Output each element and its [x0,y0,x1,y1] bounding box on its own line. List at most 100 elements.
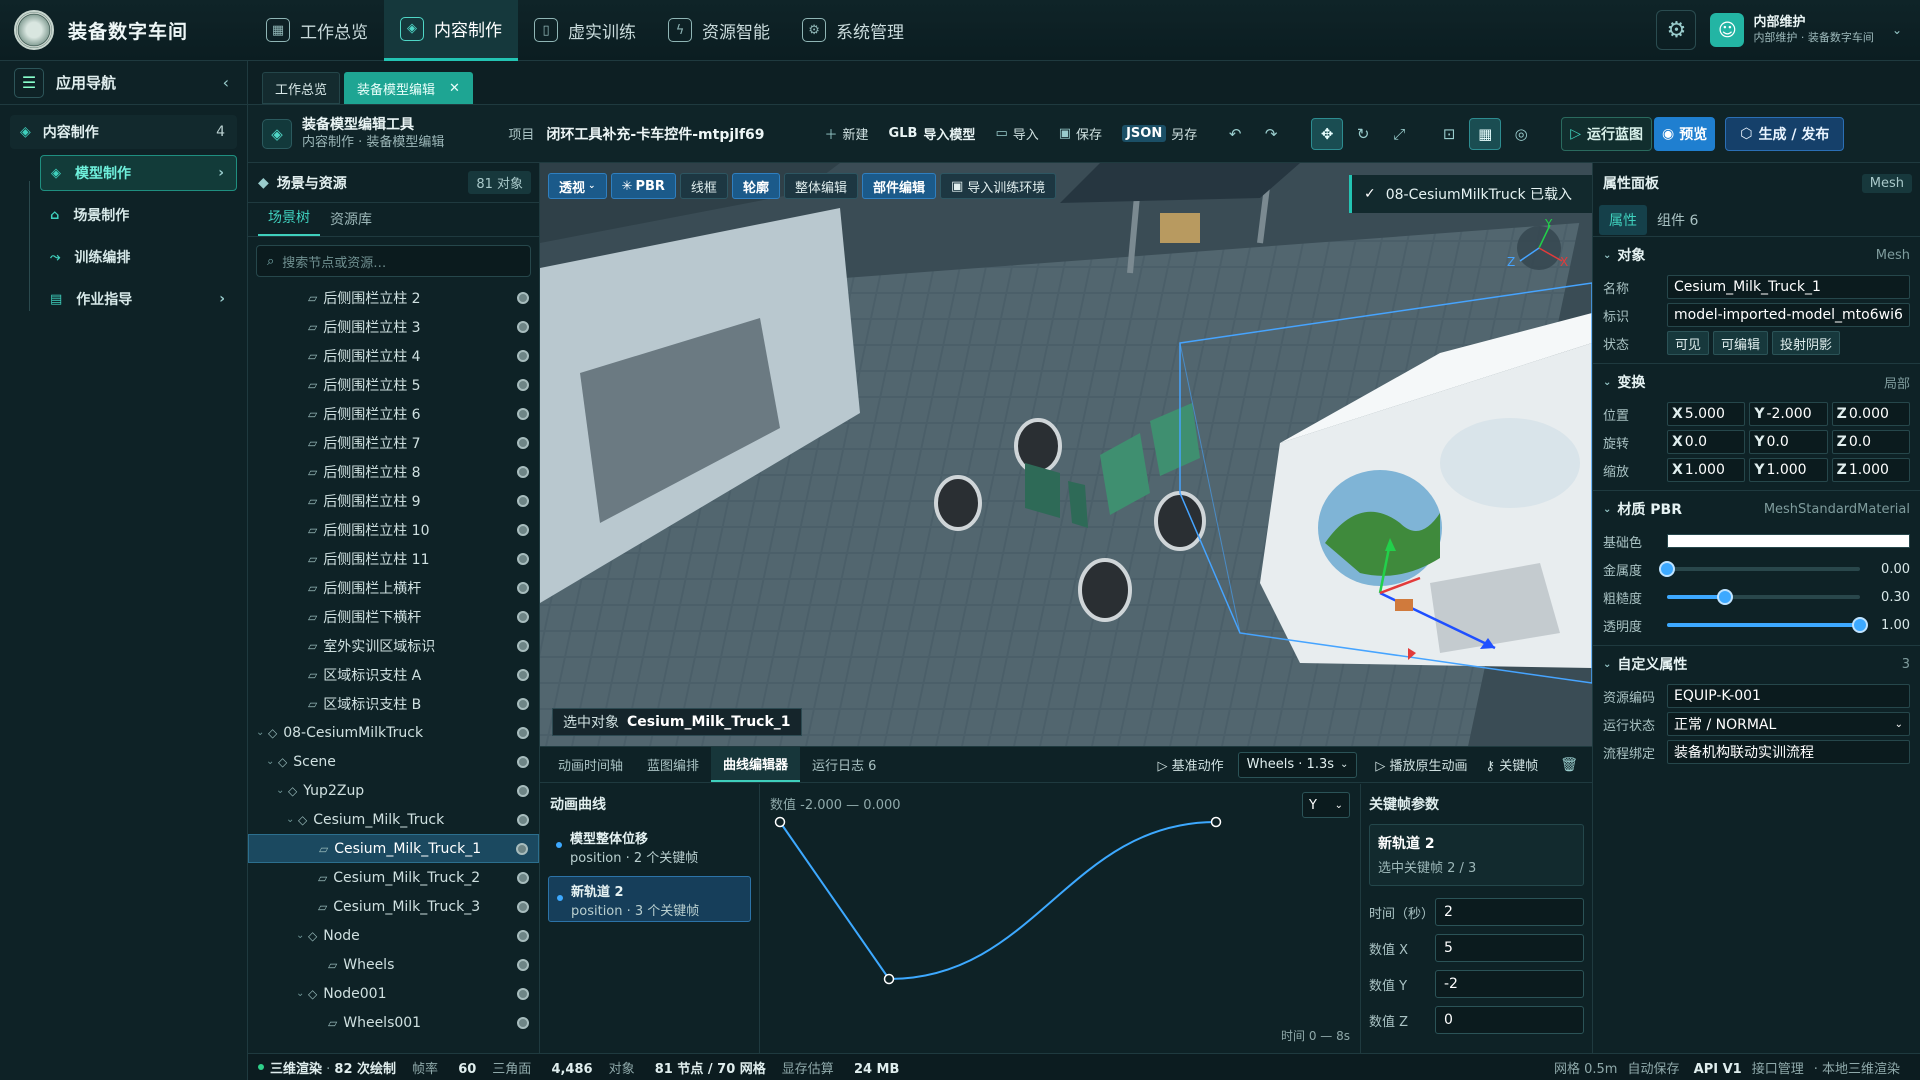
position-y-input[interactable]: Y -2.000 [1749,402,1828,426]
tab-resource-lib[interactable]: 资源库 [320,209,382,236]
id-input[interactable]: model-imported-model_mto6wi6 [1667,303,1910,327]
visibility-eye-icon[interactable] [517,523,529,536]
expand-chevron-icon[interactable]: ⌄ [296,930,308,941]
tree-node[interactable]: ▱ 区域标识支柱 A [248,660,539,689]
save-as-json-button[interactable]: JSON 另存 [1122,124,1197,143]
tree-node[interactable]: ▱ Cesium_Milk_Truck_1 [248,834,539,863]
tab-timeline[interactable]: 动画时间轴 [546,747,635,782]
sidebar-item-guide[interactable]: ▤ 作业指导 › [40,281,237,317]
tree-node[interactable]: ▱ Cesium_Milk_Truck_2 [248,863,539,892]
topnav-training[interactable]: ▯ 虚实训练 [518,0,652,61]
resource-code-input[interactable]: EQUIP-K-001 [1667,684,1910,708]
tree-node[interactable]: ▱ 后侧围栏立柱 8 [248,457,539,486]
visibility-eye-icon[interactable] [517,494,529,507]
tree-node[interactable]: ▱ 后侧围栏下横杆 [248,602,539,631]
tree-node[interactable]: ⌄ ◇ Yup2Zup [248,776,539,805]
redo-icon[interactable]: ↷ [1255,118,1287,150]
search-input[interactable]: ⌕ 搜索节点或资源… [256,245,531,277]
undo-icon[interactable]: ↶ [1219,118,1251,150]
expand-chevron-icon[interactable]: ⌄ [266,756,278,767]
mode-pbr[interactable]: ✳ PBR [610,173,676,199]
publish-button[interactable]: ⬡ 生成 / 发布 [1725,116,1845,151]
tree-node[interactable]: ⌄ ◇ Scene [248,747,539,776]
viewport-scene[interactable]: Y X Z [540,163,1592,746]
kf-z-input[interactable]: 0 [1435,1006,1584,1034]
tree-node[interactable]: ▱ 室外实训区域标识 [248,631,539,660]
visibility-eye-icon[interactable] [517,755,529,768]
flow-binding-input[interactable]: 装备机构联动实训流程 [1667,740,1910,764]
visibility-eye-icon[interactable] [516,842,528,855]
base-action-button[interactable]: ▷ 基准动作 [1158,755,1224,774]
tree-node[interactable]: ▱ 区域标识支柱 B [248,689,539,718]
tree-node[interactable]: ⌄ ◇ Node [248,921,539,950]
close-icon[interactable]: ✕ [449,81,460,96]
visibility-eye-icon[interactable] [517,871,529,884]
keyframe-point[interactable] [774,816,786,828]
tree-node[interactable]: ▱ 后侧围栏立柱 11 [248,544,539,573]
visibility-eye-icon[interactable] [517,349,529,362]
focus-icon[interactable]: ⊡ [1433,118,1465,150]
visibility-eye-icon[interactable] [517,929,529,942]
keyframe-button[interactable]: ⚷ 关键帧 [1486,755,1539,774]
grid-toggle-icon[interactable]: ▦ [1469,117,1502,150]
visibility-eye-icon[interactable] [517,291,529,304]
kf-time-input[interactable]: 2 [1435,898,1584,926]
visibility-eye-icon[interactable] [517,668,529,681]
mode-whole-edit[interactable]: 整体编辑 [783,173,858,199]
rotation-x-input[interactable]: X 0.0 [1667,430,1746,454]
menu-icon[interactable]: ☰ [14,67,44,98]
scale-z-input[interactable]: Z 1.000 [1831,458,1910,482]
import-training-env-button[interactable]: ▣ 导入训练环境 [939,173,1057,199]
tree-node[interactable]: ▱ 后侧围栏立柱 4 [248,341,539,370]
topnav-overview[interactable]: ▦ 工作总览 [250,0,384,61]
tree-node[interactable]: ▱ 后侧围栏立柱 7 [248,428,539,457]
tab-properties[interactable]: 属性 [1599,204,1647,235]
run-blueprint-button[interactable]: ▷ 运行蓝图 [1561,116,1652,151]
visibility-eye-icon[interactable] [517,581,529,594]
expand-chevron-icon[interactable]: ⌄ [276,785,288,796]
section-custom-header[interactable]: ⌄ 自定义属性 3 [1593,646,1920,682]
mode-outline[interactable]: 轮廓 [731,173,780,199]
visibility-eye-icon[interactable] [517,465,529,478]
play-native-anim-button[interactable]: ▷ 播放原生动画 [1375,755,1467,774]
keyframe-point[interactable] [883,973,895,985]
visibility-eye-icon[interactable] [517,987,529,1000]
editable-toggle[interactable]: 可编辑 [1713,331,1769,355]
new-button[interactable]: ＋新建 [825,124,869,143]
import-model-button[interactable]: GLB 导入模型 [889,124,976,143]
section-material-header[interactable]: ⌄ 材质 PBR MeshStandardMaterial [1593,491,1920,527]
tab-model-editor[interactable]: 装备模型编辑 ✕ [344,72,473,104]
mode-perspective[interactable]: 透视 ⌄ [548,173,607,199]
tab-run-log[interactable]: 运行日志 6 [800,747,888,782]
user-menu-chevron-down-icon[interactable]: ⌄ [1892,23,1902,37]
clip-select[interactable]: Wheels · 1.3s ⌄ [1237,751,1358,778]
slider-handle[interactable] [1852,617,1868,633]
collapse-chevron-left-icon[interactable]: ‹ [223,73,229,92]
visibility-eye-icon[interactable] [517,552,529,565]
base-color-swatch[interactable] [1667,534,1910,548]
visibility-eye-icon[interactable] [517,407,529,420]
visibility-eye-icon[interactable] [517,378,529,391]
rotation-z-input[interactable]: Z 0.0 [1831,430,1910,454]
kf-x-input[interactable]: 5 [1435,934,1584,962]
tab-curve-editor[interactable]: 曲线编辑器 [711,747,801,782]
avatar[interactable]: ☺ [1710,13,1745,47]
section-object-header[interactable]: ⌄ 对象 Mesh [1593,237,1920,273]
tree-node[interactable]: ▱ Wheels001 [248,1008,539,1037]
slider-track[interactable] [1667,589,1860,605]
rotation-y-input[interactable]: Y 0.0 [1749,430,1828,454]
kf-y-input[interactable]: -2 [1435,970,1584,998]
tree-node[interactable]: ▱ 后侧围栏立柱 9 [248,486,539,515]
nav-group-content[interactable]: ◈ 内容制作 4 [10,115,237,149]
tree-node[interactable]: ▱ 后侧围栏立柱 5 [248,370,539,399]
sidebar-item-scene[interactable]: ⌂ 场景制作 [40,197,237,233]
tab-scene-tree[interactable]: 场景树 [258,207,320,236]
tree-node[interactable]: ▱ 后侧围栏上横杆 [248,573,539,602]
settings-button[interactable]: ⚙ [1656,10,1697,50]
slider-track[interactable] [1659,561,1860,577]
visibility-eye-icon[interactable] [517,610,529,623]
visibility-eye-icon[interactable] [517,1016,529,1029]
visibility-eye-icon[interactable] [517,639,529,652]
tree-node[interactable]: ⌄ ◇ Cesium_Milk_Truck [248,805,539,834]
visibility-eye-icon[interactable] [517,697,529,710]
